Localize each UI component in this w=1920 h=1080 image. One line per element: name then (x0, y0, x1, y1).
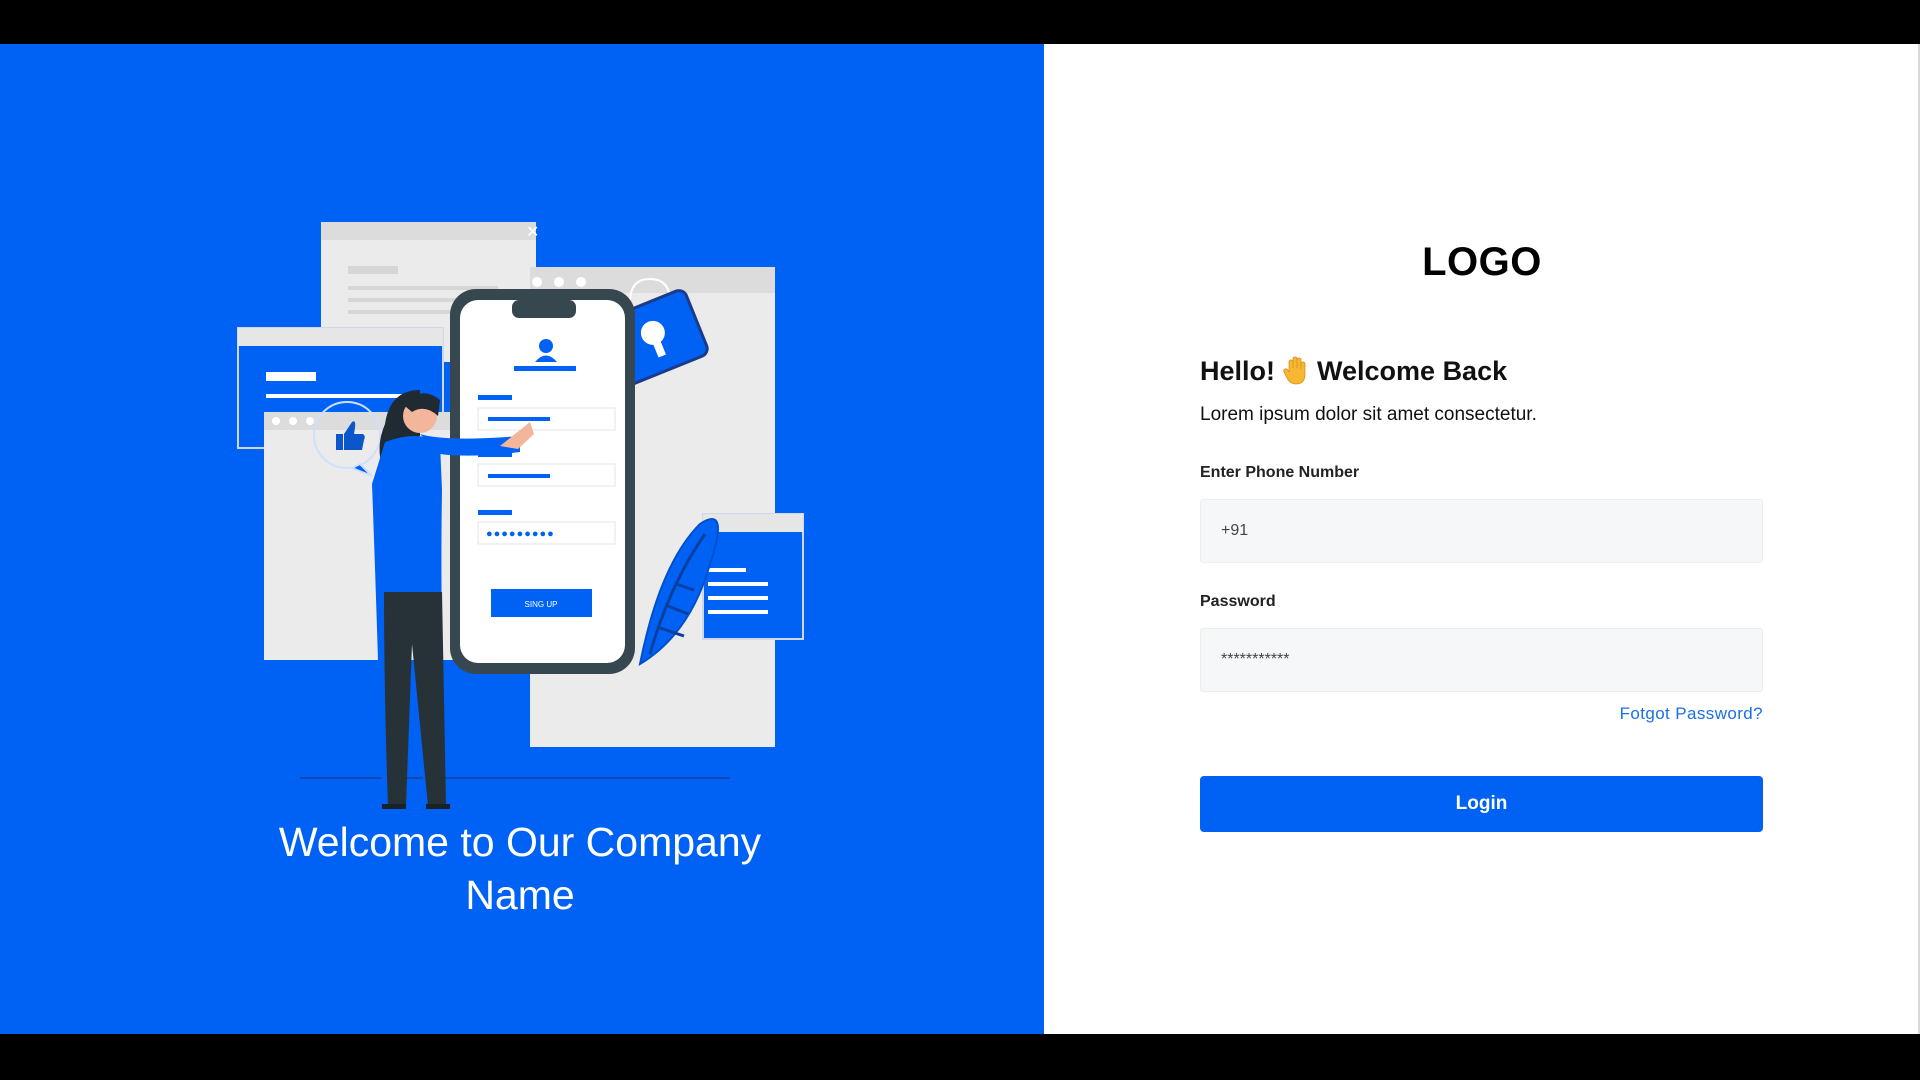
login-form: Hello! Welcome Back Lorem ipsum dolor si… (1200, 354, 1763, 832)
svg-text:✕: ✕ (526, 224, 539, 241)
phone-label: Enter Phone Number (1200, 464, 1360, 481)
hero-title: Welcome to Our Company Name (278, 819, 762, 918)
svg-text:●●●●●●●●●: ●●●●●●●●● (486, 528, 555, 540)
greeting-suffix: Welcome Back (1317, 356, 1508, 386)
password-label: Password (1200, 593, 1276, 610)
login-panel: LOGO Hello! Welcome Back Lorem ipsum dol… (1044, 44, 1920, 1034)
welcome-subtitle: Lorem ipsum dolor sit amet consectetur. (1200, 404, 1537, 425)
forgot-row: Fotgot Password? (1200, 704, 1763, 724)
hero-panel: ✕ ●●●●●●●●● SING UP Welcome to Our Compa… (0, 44, 1044, 1034)
phone-value: +91 (1221, 522, 1249, 539)
forgot-password-link[interactable]: Fotgot Password? (1620, 704, 1763, 723)
logo: LOGO (1422, 240, 1542, 284)
phone-input[interactable]: +91 (1200, 499, 1763, 563)
login-button[interactable]: Login (1200, 776, 1763, 832)
waving-hand-icon (1283, 356, 1306, 385)
login-page: ✕ ●●●●●●●●● SING UP Welcome to Our Compa… (0, 44, 1920, 1034)
illustration-signup-label: SING UP (525, 600, 558, 609)
password-value: *********** (1221, 651, 1290, 668)
password-input[interactable]: *********** (1200, 628, 1763, 692)
greeting-prefix: Hello! (1200, 356, 1276, 386)
welcome-heading: Hello! Welcome Back (1200, 354, 1763, 388)
